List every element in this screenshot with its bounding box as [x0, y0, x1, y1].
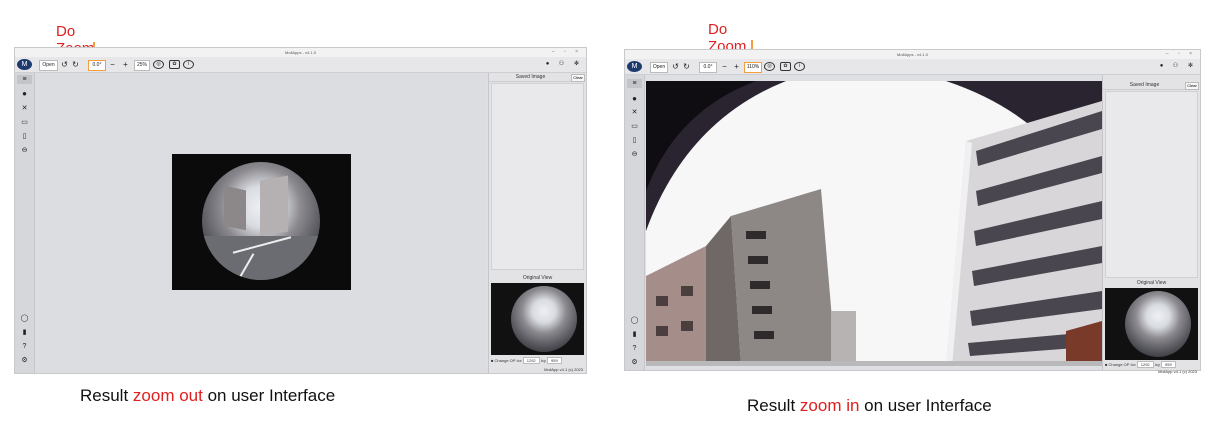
image-canvas[interactable] [646, 81, 1102, 366]
change-op-label: Change OP [494, 358, 516, 363]
window-controls[interactable]: – ▫ × [552, 48, 582, 57]
rotate-left-icon[interactable]: ↺ [671, 62, 680, 71]
caption-highlight: zoom out [132, 386, 203, 405]
icx-input[interactable]: 1292 [522, 357, 540, 364]
zoom-value-input[interactable]: 25% [134, 60, 150, 71]
main-view [36, 73, 487, 373]
crop-icon[interactable]: ✿ [169, 60, 180, 69]
right-panel: Saved Image Clear Original View ■ Change… [488, 73, 586, 373]
caption-post: on user Interface [202, 386, 336, 405]
icx-icy-row: ■ Change OP Icx 1292 Icy 959 [1105, 361, 1198, 368]
toolbar: M Open ↺ ↻ 0.0° − + 110% ◎ ✿ i ● ⚇ ✻ [625, 59, 1200, 75]
fisheye-image [202, 162, 320, 280]
target-icon[interactable]: ◎ [153, 60, 164, 69]
caption-highlight: zoom in [799, 396, 860, 415]
record-icon[interactable]: ● [543, 60, 552, 69]
image-canvas[interactable] [172, 154, 351, 290]
version-label: MoilApp v4.1 (c) 2023 [1158, 369, 1197, 374]
document-icon[interactable]: ▯ [630, 136, 639, 145]
saved-image-list [1105, 91, 1198, 278]
original-view-image [1105, 288, 1198, 360]
icx-input[interactable]: 1292 [1136, 361, 1154, 368]
menu-icon[interactable]: ≡ [17, 75, 32, 84]
zoom-value-input[interactable]: 110% [744, 62, 762, 73]
menu-icon[interactable]: ≡ [627, 79, 642, 88]
help-icon[interactable]: ? [20, 342, 29, 351]
title-bar: MoilApps - v4.1.0 – ▫ × [15, 48, 586, 57]
open-button[interactable]: Open [650, 62, 668, 73]
saved-image-list [491, 83, 584, 270]
change-op-label: Change OP [1108, 362, 1130, 367]
icy-label: Icy [1154, 362, 1160, 367]
fisheye-icon[interactable]: ✕ [630, 108, 639, 117]
help-icon[interactable]: ? [630, 344, 639, 353]
caption-pre: Result [747, 396, 800, 415]
record-icon[interactable]: ● [20, 89, 29, 98]
info-icon[interactable]: i [794, 62, 805, 71]
title-bar: MoilApps - v4.1.0 – ▫ × [625, 50, 1200, 59]
record-icon[interactable]: ● [1157, 62, 1166, 71]
version-label: MoilApp v4.1 (c) 2023 [544, 367, 583, 372]
toolbar: M Open ↺ ↻ 0.0° − + 25% ◎ ✿ i ● ⚇ ✻ [15, 57, 586, 73]
right-panel: Saved Image Clear Original View ■ Change… [1102, 75, 1200, 374]
record-icon[interactable]: ● [630, 94, 639, 103]
rotate-right-icon[interactable]: ↻ [71, 60, 80, 69]
clear-button[interactable]: Clear [1185, 82, 1199, 90]
minus-circle-icon[interactable]: ⊖ [20, 146, 29, 155]
settings-icon[interactable]: ⚙ [630, 358, 639, 367]
zoom-out-button[interactable]: − [108, 60, 117, 69]
window-title: MoilApps - v4.1.0 [285, 50, 316, 55]
original-view-title: Original View [1136, 280, 1167, 286]
zoom-in-button[interactable]: + [732, 62, 741, 71]
icx-label: Icx [1130, 362, 1136, 367]
saved-image-title: Saved Image [489, 73, 572, 82]
right-caption: Result zoom in on user Interface [747, 396, 992, 416]
icy-input[interactable]: 959 [1161, 361, 1176, 368]
crop-icon[interactable]: ✿ [780, 62, 791, 71]
zoom-out-button[interactable]: − [720, 62, 729, 71]
settings-icon[interactable]: ⚙ [20, 356, 29, 365]
caption-post: on user Interface [859, 396, 992, 415]
app-logo-icon: M [17, 59, 32, 70]
zoomed-fisheye-image [646, 81, 1102, 366]
icx-label: Icx [516, 358, 522, 363]
user-icon[interactable]: ⚇ [1171, 62, 1180, 71]
app-window: MoilApps - v4.1.0 – ▫ × M Open ↺ ↻ 0.0° … [624, 49, 1201, 374]
panorama-icon[interactable]: ▭ [20, 118, 29, 127]
open-button[interactable]: Open [39, 60, 58, 71]
rotation-input[interactable]: 0.0° [699, 62, 717, 73]
original-view-title: Original View [522, 275, 553, 281]
rotation-input[interactable]: 0.0° [88, 60, 106, 71]
info-icon[interactable]: i [183, 60, 194, 69]
book-icon[interactable]: ▮ [630, 330, 639, 339]
app-logo-icon: M [627, 61, 642, 72]
icy-input[interactable]: 959 [547, 357, 562, 364]
zoom-in-button[interactable]: + [121, 60, 130, 69]
refresh-icon[interactable]: ◯ [630, 316, 639, 325]
caption-pre: Result [80, 386, 133, 405]
target-icon[interactable]: ◎ [764, 62, 775, 71]
app-window: MoilApps - v4.1.0 – ▫ × M Open ↺ ↻ 0.0° … [14, 47, 587, 374]
icx-icy-row: ■ Change OP Icx 1292 Icy 959 [491, 357, 584, 364]
original-view-image [491, 283, 584, 355]
window-controls[interactable]: – ▫ × [1166, 50, 1196, 59]
book-icon[interactable]: ▮ [20, 328, 29, 337]
user-icon[interactable]: ⚇ [557, 60, 566, 69]
rotate-right-icon[interactable]: ↻ [682, 62, 691, 71]
left-caption: Result zoom out on user Interface [80, 386, 335, 406]
icy-label: Icy [540, 358, 546, 363]
settings-icon[interactable]: ✻ [572, 60, 581, 69]
panorama-icon[interactable]: ▭ [630, 122, 639, 131]
clear-button[interactable]: Clear [571, 74, 585, 82]
window-title: MoilApps - v4.1.0 [897, 52, 928, 57]
refresh-icon[interactable]: ◯ [20, 314, 29, 323]
sidebar: ≡ ● ✕ ▭ ▯ ⊖ ◯ ▮ ? ⚙ [15, 73, 35, 373]
document-icon[interactable]: ▯ [20, 132, 29, 141]
settings-icon[interactable]: ✻ [1186, 62, 1195, 71]
fisheye-icon[interactable]: ✕ [20, 104, 29, 113]
sidebar: ≡ ● ✕ ▭ ▯ ⊖ ◯ ▮ ? ⚙ [625, 75, 645, 370]
saved-image-title: Saved Image [1103, 81, 1186, 90]
minus-circle-icon[interactable]: ⊖ [630, 150, 639, 159]
rotate-left-icon[interactable]: ↺ [60, 60, 69, 69]
